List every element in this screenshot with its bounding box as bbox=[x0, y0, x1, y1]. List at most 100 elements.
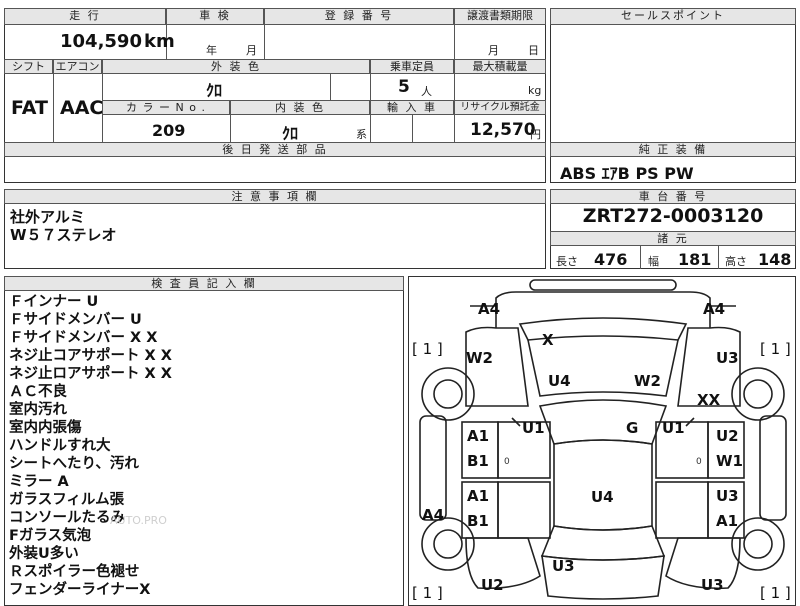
diag-mark-bracket-right-bottom: [ 1 ] bbox=[760, 584, 791, 602]
capacity-header: 乗車定員 bbox=[370, 59, 454, 74]
color-no-header: カ ラ ー N o . bbox=[102, 100, 230, 115]
diag-mark-trunk: U3 bbox=[552, 557, 575, 575]
sales-point-header: セールスポイント bbox=[550, 8, 796, 25]
recycle-header: リサイクル預託金 bbox=[454, 100, 546, 115]
diag-mark-left-sill: A4 bbox=[422, 506, 445, 524]
diag-mark-bracket-left-bottom: [ 1 ] bbox=[412, 584, 443, 602]
divider bbox=[53, 74, 54, 143]
registration-header: 登 録 番 号 bbox=[264, 8, 454, 25]
diag-mark-left-pillar: U1 bbox=[522, 419, 545, 437]
inspector-header: 検 査 員 記 入 欄 bbox=[4, 276, 404, 291]
recycle-fee-value: 12,570 bbox=[470, 120, 536, 140]
max-load-header: 最大積載量 bbox=[454, 59, 546, 74]
inspector-line: Ｆインナー U bbox=[9, 294, 99, 310]
diag-mark-left-rear-door-2: B1 bbox=[467, 512, 489, 530]
inspection-month-unit: 月 bbox=[246, 44, 257, 57]
inspector-line: Ｒスポイラー色褪せ bbox=[9, 564, 140, 580]
length-label: 長さ bbox=[556, 255, 578, 268]
dimensions-header: 諸 元 bbox=[550, 231, 796, 246]
diag-mark-front-left-corner: A4 bbox=[478, 300, 501, 318]
diag-mark-right-wheel: XX bbox=[697, 391, 721, 409]
divider bbox=[412, 115, 413, 143]
import-header: 輸 入 車 bbox=[370, 100, 454, 115]
diag-mark-windshield: G bbox=[626, 419, 639, 437]
later-parts-header: 後 日 発 送 部 品 bbox=[4, 142, 546, 157]
exterior-color-header: 外 装 色 bbox=[102, 59, 370, 74]
mileage-value: 104,590 bbox=[60, 31, 142, 52]
capacity-unit: 人 bbox=[421, 85, 432, 98]
inspector-line: 外装U多い bbox=[9, 546, 79, 562]
chassis-header: 車 台 番 号 bbox=[550, 189, 796, 204]
height-value: 148 bbox=[758, 250, 792, 269]
inspector-line: 室内汚れ bbox=[9, 402, 67, 418]
inspector-content: Ｆインナー U Ｆサイドメンバー U Ｆサイドメンバー X X ネジ止コアサポー… bbox=[9, 293, 172, 599]
width-label: 幅 bbox=[648, 255, 659, 268]
standard-equipment-value: ABS ｴｱB PS PW bbox=[560, 164, 694, 183]
diag-mark-front-right-corner: A4 bbox=[703, 300, 726, 318]
notes-content: 社外アルミ W５７ステレオ bbox=[10, 208, 117, 244]
capacity-value: 5 bbox=[398, 77, 410, 97]
mileage-header: 走 行 bbox=[4, 8, 166, 25]
inspector-line: フェンダーライナーX bbox=[9, 582, 151, 598]
length-value: 476 bbox=[594, 250, 628, 269]
diag-mark-hood-right: W2 bbox=[634, 372, 661, 390]
divider bbox=[330, 74, 331, 100]
diag-mark-right-fender: U3 bbox=[716, 349, 739, 367]
inspector-line: ネジ止ロアサポート X X bbox=[9, 366, 172, 382]
color-no-value: 209 bbox=[152, 121, 186, 140]
diag-mark-bracket-left-top: [ 1 ] bbox=[412, 340, 443, 358]
sales-point-box bbox=[550, 8, 796, 143]
aircon-value: AAC bbox=[60, 97, 104, 119]
interior-suffix: 系 bbox=[356, 128, 367, 141]
transfer-deadline-header: 譲渡書類期限 bbox=[454, 8, 546, 25]
inspector-line: ネジ止コアサポート X X bbox=[9, 348, 172, 364]
divider bbox=[718, 246, 719, 269]
aircon-header: エアコン bbox=[53, 59, 102, 74]
transfer-month-unit: 月 bbox=[488, 44, 499, 57]
transfer-day-unit: 日 bbox=[528, 44, 539, 57]
diag-mark-left-front-door: A1 bbox=[467, 427, 490, 445]
inspection-header: 車 検 bbox=[166, 8, 264, 25]
inspector-line: Ｆサイドメンバー U bbox=[9, 312, 142, 328]
mileage-unit: km bbox=[144, 31, 175, 52]
divider bbox=[640, 246, 641, 269]
chassis-value: ZRT272-0003120 bbox=[582, 205, 764, 227]
width-value: 181 bbox=[678, 250, 712, 269]
diag-mark-front-x: X bbox=[542, 331, 554, 349]
diag-mark-right-rear-door-2: A1 bbox=[716, 512, 739, 530]
standard-equipment-header: 純 正 装 備 bbox=[550, 142, 796, 157]
small-number: 0 bbox=[696, 457, 702, 467]
divider bbox=[454, 25, 455, 59]
diag-mark-rear-left: U2 bbox=[481, 576, 504, 594]
diag-mark-right-rear-door: U3 bbox=[716, 487, 739, 505]
diag-mark-roof: U4 bbox=[591, 488, 614, 506]
watermark: AUTO.PRO bbox=[110, 514, 167, 527]
inspection-year-unit: 年 bbox=[206, 44, 217, 57]
inspector-line: ＡＣ不良 bbox=[9, 384, 67, 400]
inspector-line: ハンドルすれ大 bbox=[9, 438, 111, 454]
diag-mark-left-rear-door: A1 bbox=[467, 487, 490, 505]
recycle-unit: 円 bbox=[530, 128, 541, 141]
max-load-unit: kg bbox=[528, 84, 542, 97]
inspector-line: 室内内張傷 bbox=[9, 420, 82, 436]
interior-color-header: 内 装 色 bbox=[230, 100, 370, 115]
diag-mark-bracket-right-top: [ 1 ] bbox=[760, 340, 791, 358]
top-section bbox=[4, 8, 546, 143]
diag-mark-rear-right: U3 bbox=[701, 576, 724, 594]
inspector-line: ミラー A bbox=[9, 474, 69, 490]
shift-header: シフト bbox=[4, 59, 53, 74]
diag-mark-right-pillar: U1 bbox=[662, 419, 685, 437]
notes-header: 注 意 事 項 欄 bbox=[4, 189, 546, 204]
height-label: 高さ bbox=[725, 255, 747, 268]
diag-mark-left-front-door-2: B1 bbox=[467, 452, 489, 470]
small-number: 0 bbox=[504, 457, 510, 467]
exterior-color-value: ｸﾛ bbox=[206, 81, 223, 100]
inspector-line: Fガラス気泡 bbox=[9, 528, 92, 544]
interior-color-value: ｸﾛ bbox=[282, 124, 299, 143]
diag-mark-hood-left: U4 bbox=[548, 372, 571, 390]
diag-mark-left-fender: W2 bbox=[466, 349, 493, 367]
diag-mark-right-front-door: U2 bbox=[716, 427, 739, 445]
diag-mark-right-front-door-2: W1 bbox=[716, 452, 743, 470]
inspector-line: シートへたり、汚れ bbox=[9, 456, 139, 472]
divider bbox=[264, 25, 265, 59]
